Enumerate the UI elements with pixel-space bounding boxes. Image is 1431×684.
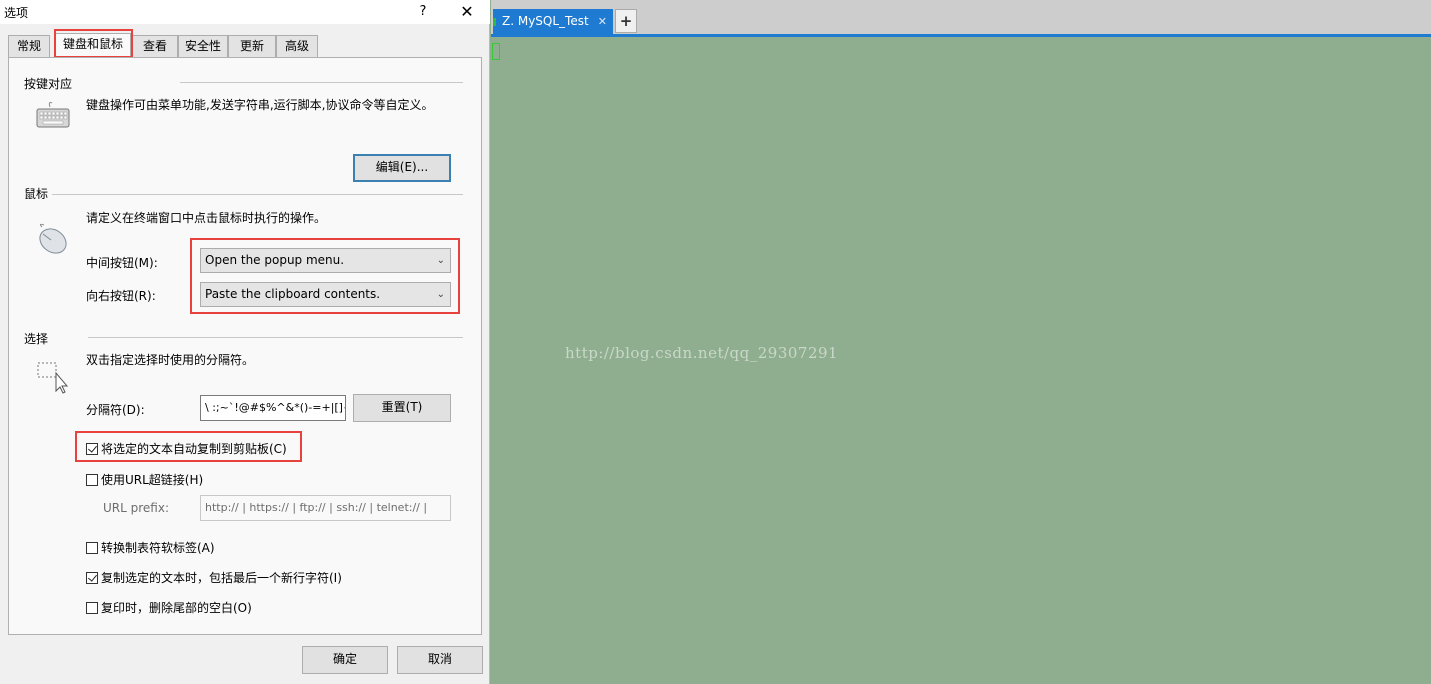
trim-trailing-checkbox[interactable]: 复印时，删除尾部的空白(O) [86, 601, 252, 617]
right-button-select[interactable]: Paste the clipboard contents. ⌄ [200, 282, 451, 307]
connection-status-icon [493, 18, 496, 26]
delimiter-input[interactable]: \ :;~`!@#$%^&*()-=+|[]{} [200, 395, 346, 421]
mouse-description: 请定义在终端窗口中点击鼠标时执行的操作。 [86, 211, 327, 225]
auto-copy-checkbox[interactable]: 将选定的文本自动复制到剪贴板(C) [86, 442, 287, 458]
ok-button[interactable]: 确定 [302, 646, 388, 674]
options-dialog: 选项 ? ✕ 常规 键盘和鼠标 查看 安全性 更新 高级 按键对应 键盘操作可由… [0, 0, 490, 684]
help-button[interactable]: ? [412, 2, 434, 22]
checkbox-checked-icon [86, 572, 98, 584]
terminal-tab-label: Z. MySQL_Test [502, 14, 589, 28]
chevron-down-icon: ⌄ [436, 289, 445, 300]
tab-keyboard-mouse[interactable]: 键盘和鼠标 [55, 33, 131, 57]
dialog-title: 选项 [4, 6, 29, 20]
watermark: http://blog.csdn.net/qq_29307291 [565, 344, 839, 362]
tab-security[interactable]: 安全性 [178, 35, 228, 57]
auto-copy-label: 将选定的文本自动复制到剪贴板(C) [101, 442, 287, 456]
checkbox-unchecked-icon [86, 602, 98, 614]
keyboard-description: 键盘操作可由菜单功能,发送字符串,运行脚本,协议命令等自定义。 [86, 98, 434, 112]
right-button-value: Paste the clipboard contents. [205, 287, 381, 301]
mouse-icon [39, 223, 67, 254]
delimiter-label: 分隔符(D): [86, 403, 145, 417]
close-tab-icon[interactable]: ✕ [598, 9, 607, 34]
tab-view[interactable]: 查看 [132, 35, 178, 57]
copy-newline-checkbox[interactable]: 复制选定的文本时，包括最后一个新行字符(I) [86, 571, 342, 587]
trim-trailing-label: 复印时，删除尾部的空白(O) [101, 601, 252, 615]
keyboard-icon [36, 102, 70, 128]
url-hyperlink-label: 使用URL超链接(H) [101, 473, 204, 487]
tab-advanced[interactable]: 高级 [276, 35, 318, 57]
selection-section-divider [88, 337, 463, 338]
url-hyperlink-checkbox[interactable]: 使用URL超链接(H) [86, 473, 203, 489]
terminal-tab-mysql-test[interactable]: Z. MySQL_Test ✕ [493, 9, 613, 34]
tab-update[interactable]: 更新 [228, 35, 276, 57]
mouse-section-title: 鼠标 [24, 187, 49, 201]
edit-keymap-button[interactable]: 编辑(E)... [353, 154, 451, 182]
tab-general[interactable]: 常规 [8, 35, 50, 57]
dialog-titlebar: 选项 ? ✕ [0, 0, 490, 24]
keyboard-section-divider [180, 82, 463, 83]
keyboard-mouse-panel [8, 57, 482, 635]
reset-button[interactable]: 重置(T) [353, 394, 451, 422]
convert-tabs-checkbox[interactable]: 转换制表符软标签(A) [86, 541, 215, 557]
middle-button-value: Open the popup menu. [205, 253, 345, 267]
keyboard-section-title: 按键对应 [24, 77, 73, 91]
right-button-label: 向右按钮(R): [86, 289, 156, 303]
mouse-section-divider [52, 194, 463, 195]
terminal-cursor [492, 43, 500, 60]
cancel-button[interactable]: 取消 [397, 646, 483, 674]
new-tab-button[interactable]: + [615, 9, 637, 33]
url-prefix-input[interactable]: http:// | https:// | ftp:// | ssh:// | t… [200, 495, 451, 521]
middle-button-select[interactable]: Open the popup menu. ⌄ [200, 248, 451, 273]
chevron-down-icon: ⌄ [436, 255, 445, 266]
selection-section-title: 选择 [24, 332, 49, 346]
checkbox-unchecked-icon [86, 542, 98, 554]
close-button[interactable]: ✕ [456, 2, 478, 22]
url-prefix-label: URL prefix: [103, 501, 169, 515]
selection-description: 双击指定选择时使用的分隔符。 [86, 353, 255, 367]
checkbox-unchecked-icon [86, 474, 98, 486]
copy-newline-label: 复制选定的文本时，包括最后一个新行字符(I) [101, 571, 342, 585]
selection-cursor-icon [37, 362, 69, 394]
middle-button-label: 中间按钮(M): [86, 256, 158, 270]
convert-tabs-label: 转换制表符软标签(A) [101, 541, 215, 555]
checkbox-checked-icon [86, 443, 98, 455]
